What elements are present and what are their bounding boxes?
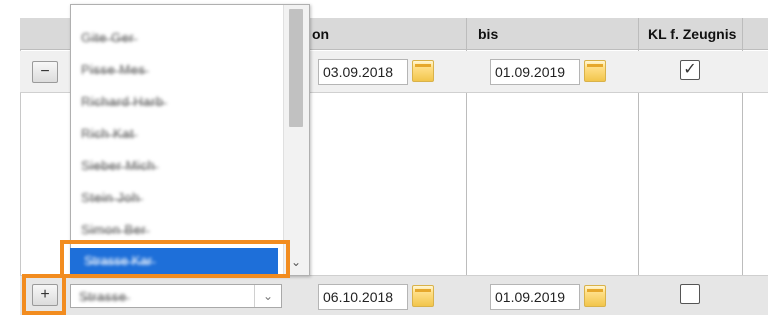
scrollbar-thumb[interactable] [289, 9, 303, 127]
name-select[interactable]: S̶t̶r̶a̶s̶s̶e̶ ⌄ [70, 284, 282, 308]
chevron-down-icon[interactable]: ⌄ [254, 285, 281, 307]
scroll-down-arrow-icon[interactable]: ⌄ [289, 255, 303, 269]
header-kl-zeugnis: KL f. Zeugnis [648, 26, 737, 42]
calendar-icon[interactable] [584, 285, 606, 307]
calendar-icon[interactable] [412, 285, 434, 307]
remove-row-button[interactable]: − [32, 61, 58, 83]
calendar-icon[interactable] [584, 60, 606, 82]
name-select-value: S̶t̶r̶a̶s̶s̶e̶ [79, 289, 127, 304]
highlight-box [22, 274, 66, 315]
kl-zeugnis-checkbox[interactable] [680, 284, 700, 304]
list-item[interactable]: St̶e̶i̶n̶ ̶J̶o̶h̶ [81, 185, 296, 211]
header-bis: bis [478, 26, 499, 42]
calendar-icon[interactable] [412, 60, 434, 82]
list-item[interactable]: Ri̶c̶h̶ ̶K̶a̶t̶ [81, 121, 296, 147]
list-item[interactable] [81, 5, 296, 21]
list-item[interactable]: Gi̶t̶e̶ ̶G̶e̶r̶ [81, 25, 296, 51]
list-item[interactable]: Ri̶c̶h̶a̶r̶d̶ ̶H̶a̶r̶b̶ [81, 89, 296, 115]
header-von: on [312, 26, 330, 42]
bis-date-field[interactable]: 01.09.2019 [490, 59, 580, 85]
von-date-field[interactable]: 06.10.2018 [318, 284, 408, 310]
list-item[interactable]: Pi̶s̶s̶e̶ ̶M̶e̶s̶ [81, 57, 296, 83]
highlight-box [60, 240, 290, 278]
name-dropdown-list[interactable]: Gi̶t̶e̶ ̶G̶e̶r̶ Pi̶s̶s̶e̶ ̶M̶e̶s̶ Ri̶c̶h… [70, 4, 310, 276]
list-item[interactable]: Si̶e̶b̶e̶r̶ ̶M̶i̶c̶h̶ [81, 153, 296, 179]
kl-zeugnis-checkbox[interactable]: ✓ [680, 60, 700, 80]
von-date-field[interactable]: 03.09.2018 [318, 59, 408, 85]
bis-date-field[interactable]: 01.09.2019 [490, 284, 580, 310]
